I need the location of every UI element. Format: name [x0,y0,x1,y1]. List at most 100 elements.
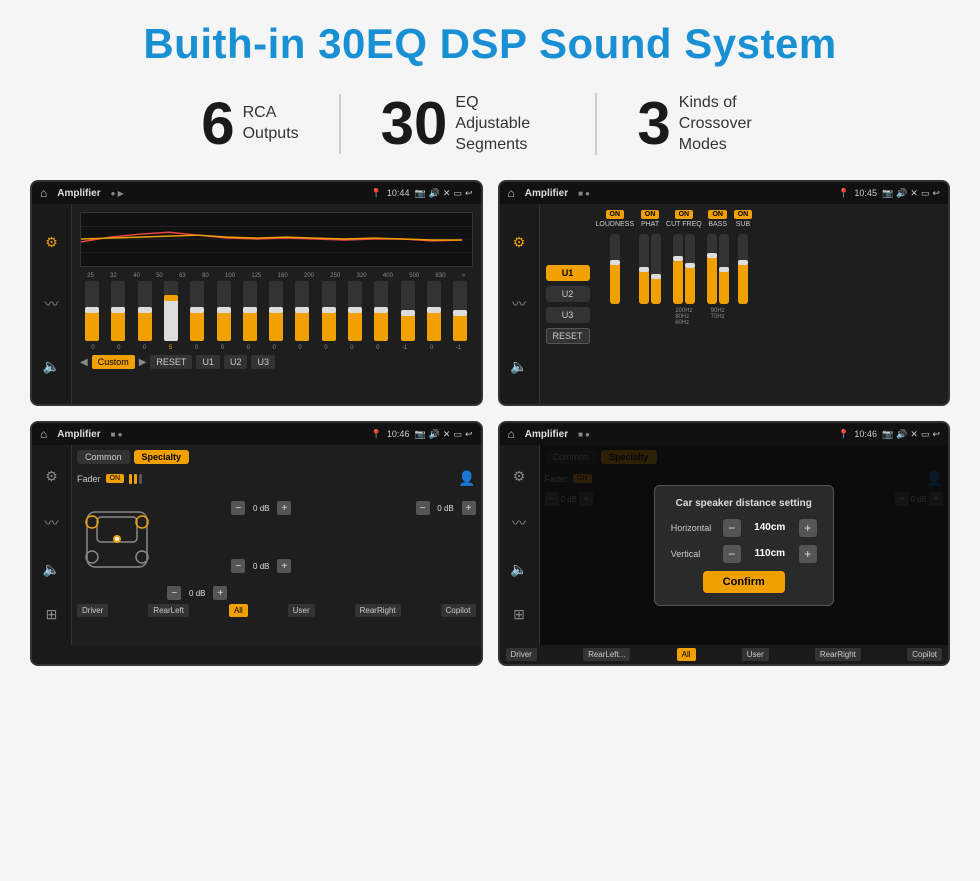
slider-32[interactable] [111,281,125,341]
eq-vol-icon[interactable]: 🔈 [43,358,60,375]
slider-630[interactable] [453,281,467,341]
cutfreq-slider-1[interactable] [673,234,683,304]
sub-on[interactable]: ON [734,210,753,219]
fl-plus-btn[interactable]: + [277,501,291,515]
home-icon-2[interactable]: ⌂ [508,186,515,200]
horizontal-plus-btn[interactable]: + [799,519,817,537]
slider-125[interactable] [269,281,283,341]
confirm-button[interactable]: Confirm [703,571,785,593]
rl-plus-btn[interactable]: + [277,559,291,573]
tab-common[interactable]: Common [77,450,130,464]
crossover-reset-btn[interactable]: RESET [546,328,590,344]
rl-minus-btn[interactable]: − [231,559,245,573]
user-btn[interactable]: User [288,604,315,617]
slider-40[interactable] [138,281,152,341]
fader-vol-icon[interactable]: 🔈 [43,561,60,578]
driver-btn[interactable]: Driver [77,604,108,617]
preset-custom-btn[interactable]: Custom [92,355,135,369]
slider-160[interactable] [295,281,309,341]
fr-minus-btn[interactable]: − [416,501,430,515]
distance-filter-icon[interactable]: ⚙ [513,468,526,485]
slider-200[interactable] [322,281,336,341]
fader-expand-icon[interactable]: ⊞ [46,606,58,623]
bass-slider-2[interactable] [719,234,729,304]
phat-slider-2[interactable] [651,234,661,304]
home-icon-3[interactable]: ⌂ [40,427,47,441]
rearright-btn-2[interactable]: RearRight [815,648,861,661]
rr-plus-btn[interactable]: + [213,586,227,600]
prev-arrow[interactable]: ◀ [80,357,88,368]
home-icon[interactable]: ⌂ [40,186,47,200]
phat-on[interactable]: ON [641,210,660,219]
slider-400[interactable] [401,281,415,341]
slider-25[interactable] [85,281,99,341]
u1-btn[interactable]: U1 [546,265,590,281]
phat-slider-1[interactable] [639,234,649,304]
rearleft-btn-2[interactable]: RearLeft... [583,648,630,661]
crossover-wave-icon[interactable]: 〰 [512,294,526,314]
sub-column: ON SUB [734,210,753,398]
horizontal-val-row: − 140cm + [723,519,817,537]
distance-wave-icon[interactable]: 〰 [512,513,526,533]
cutfreq-slider-2[interactable] [685,234,695,304]
reset-eq-btn[interactable]: RESET [150,355,192,369]
eq-wave-icon[interactable]: 〰 [45,294,59,314]
rearleft-btn[interactable]: RearLeft [148,604,189,617]
eq-graph [80,212,473,267]
vertical-plus-btn[interactable]: + [799,545,817,563]
crossover-vol-icon[interactable]: 🔈 [510,358,527,375]
distance-main: Common Specialty Fader ON 👤 − 0 dB + [540,445,949,645]
crossover-filter-icon[interactable]: ⚙ [513,234,526,251]
u2-btn[interactable]: U2 [546,286,590,302]
slider-100[interactable] [243,281,257,341]
vertical-minus-btn[interactable]: − [723,545,741,563]
bass-slider-1[interactable] [707,234,717,304]
slider-250[interactable] [348,281,362,341]
location-icon: 📍 [371,188,382,199]
distance-expand-icon[interactable]: ⊞ [513,606,525,623]
tab-specialty[interactable]: Specialty [134,450,190,464]
sub-slider-1[interactable] [738,234,748,304]
loudness-slider[interactable] [610,234,620,304]
u1-eq-btn[interactable]: U1 [196,355,220,369]
fader-status-icons: 📷 🔊 ✕ ▭ ↩ [414,429,472,440]
stat-eq: 30 EQ AdjustableSegments [341,93,598,155]
u3-eq-btn[interactable]: U3 [251,355,275,369]
copilot-btn-2[interactable]: Copilot [907,648,942,661]
loudness-on[interactable]: ON [606,210,625,219]
crossover-app-name: Amplifier [525,188,568,199]
fr-plus-btn[interactable]: + [462,501,476,515]
slider-500[interactable] [427,281,441,341]
slider-80[interactable] [217,281,231,341]
fader-filter-icon[interactable]: ⚙ [45,468,58,485]
slider-320[interactable] [374,281,388,341]
distance-vol-icon[interactable]: 🔈 [510,561,527,578]
rr-minus-btn[interactable]: − [167,586,181,600]
bass-column: ON BASS [707,210,729,398]
fader-on-toggle[interactable]: ON [106,474,125,483]
front-right-control: − 0 dB + [325,501,475,515]
home-icon-4[interactable]: ⌂ [508,427,515,441]
fader-tabs: Common Specialty [77,450,476,464]
copilot-btn[interactable]: Copilot [441,604,476,617]
back-icon-2: ↩ [932,188,940,199]
user-btn-2[interactable]: User [742,648,769,661]
sub-label: SUB [736,221,750,228]
rearright-btn[interactable]: RearRight [355,604,401,617]
fader-person-icon[interactable]: 👤 [458,470,475,487]
all-btn-2[interactable]: All [677,648,696,661]
front-left-control: − 0 dB + [231,501,321,515]
u2-eq-btn[interactable]: U2 [224,355,248,369]
u3-btn[interactable]: U3 [546,307,590,323]
fader-wave-icon[interactable]: 〰 [45,513,59,533]
eq-filter-icon[interactable]: ⚙ [45,234,58,251]
horizontal-minus-btn[interactable]: − [723,519,741,537]
fl-minus-btn[interactable]: − [231,501,245,515]
cutfreq-on[interactable]: ON [675,210,694,219]
slider-50[interactable] [164,281,178,341]
all-btn[interactable]: All [229,604,248,617]
bass-on[interactable]: ON [708,210,727,219]
next-arrow[interactable]: ▶ [139,357,147,368]
slider-63[interactable] [190,281,204,341]
driver-btn-2[interactable]: Driver [506,648,537,661]
